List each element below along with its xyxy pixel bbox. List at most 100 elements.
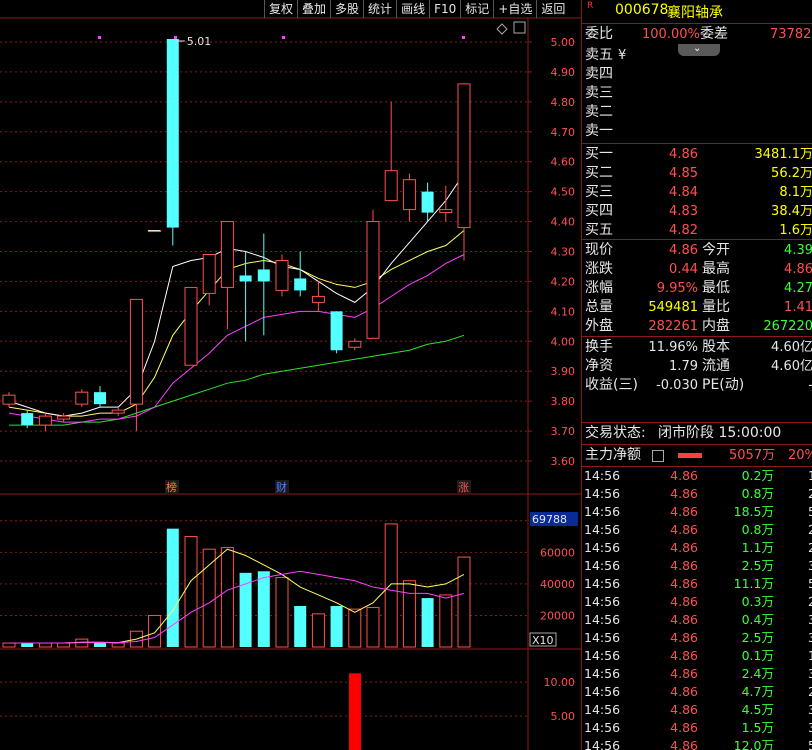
volume-tick-label: 60000: [540, 546, 575, 559]
stat-value: 4.39: [784, 243, 812, 258]
volume-bar: [166, 528, 179, 647]
price-tick-label: 4.50: [551, 186, 576, 199]
stat-value: 282261: [648, 319, 698, 334]
candle-body: [421, 191, 434, 213]
weibi-label: 委比: [585, 26, 613, 42]
sell-row: 卖一: [582, 122, 812, 141]
buy-label: 买五: [585, 222, 613, 238]
candle-body: [439, 209, 453, 214]
sell-label: 卖四: [585, 66, 613, 82]
tick-time: 14:56: [584, 558, 621, 573]
buy-label: 买三: [585, 184, 613, 200]
price-tick-label: 4.60: [551, 156, 576, 169]
stat-label: 涨幅: [585, 280, 613, 296]
weicha-label: 委差: [700, 26, 728, 42]
stat-label: 收益(三): [585, 377, 638, 393]
buy-price: 4.84: [669, 185, 698, 200]
tick-price: 4.86: [670, 648, 698, 663]
buy-label: 买二: [585, 165, 613, 181]
price-tick-label: 5.00: [551, 36, 576, 49]
toolbar-item[interactable]: 统计: [363, 0, 396, 18]
buy-volume: 56.2万: [771, 166, 812, 181]
main-net-row: 主力净额 5057万 20%: [582, 446, 812, 465]
tick-time: 14:56: [584, 504, 621, 519]
tick-row: 14:56 4.86 2.4万 3: [582, 665, 812, 683]
marker-dot: [98, 36, 101, 39]
buy-volume: 38.4万: [771, 204, 812, 219]
ma-line-d: [9, 334, 465, 426]
tick-time: 14:56: [584, 666, 621, 681]
sell-row: 卖五 ¥: [582, 46, 812, 65]
stock-code: 000678: [615, 2, 669, 18]
buy-price: 4.83: [669, 204, 698, 219]
volume-bar: [439, 594, 453, 648]
price-tick-label: 3.80: [551, 395, 576, 408]
tick-time: 14:56: [584, 720, 621, 735]
stat-label: 量比: [702, 299, 730, 315]
stock-header: R 000678 襄阳轴承: [582, 0, 812, 21]
stat-value: 4.86: [784, 262, 812, 277]
candle-body: [275, 259, 289, 291]
price-tick-label: 3.60: [551, 455, 576, 468]
lower-tick-label: 5.00: [551, 710, 576, 723]
event-marker: 财: [276, 480, 287, 494]
tick-price: 4.86: [670, 522, 698, 537]
tick-volume: 11.1万: [733, 576, 774, 591]
tick-volume: 0.4万: [741, 612, 774, 627]
price-tick-label: 4.80: [551, 96, 576, 109]
tick-row: 14:56 4.86 2.5万 3: [582, 557, 812, 575]
tick-price: 4.86: [670, 738, 698, 750]
volume-bar: [275, 577, 289, 648]
main-net-value: 5057万: [729, 448, 776, 463]
diamond-icon: [496, 23, 508, 35]
tick-time: 14:56: [584, 486, 621, 501]
stat-label: 今开: [702, 242, 730, 258]
stat-value: 0.44: [669, 262, 698, 277]
stock-badge: R: [587, 1, 594, 11]
toolbar-item[interactable]: 多股: [330, 0, 363, 18]
sell-label: 卖五: [585, 47, 613, 63]
tick-row: 14:56 4.86 0.8万 2: [582, 521, 812, 539]
event-marker: 榜: [166, 480, 177, 494]
candle-body: [184, 286, 198, 366]
volume-tick-label: 20000: [540, 609, 575, 622]
tick-time: 14:56: [584, 594, 621, 609]
list-icon[interactable]: [652, 450, 664, 462]
stat-value: 1.79: [669, 359, 698, 374]
tick-row: 14:56 4.86 1.1万 2: [582, 539, 812, 557]
sell-label: 卖一: [585, 123, 613, 139]
tick-row: 14:56 4.86 11.1万 5: [582, 575, 812, 593]
toolbar-item[interactable]: 叠加: [297, 0, 330, 18]
main-net-label: 主力净额: [585, 447, 641, 463]
tick-time: 14:56: [584, 612, 621, 627]
toolbar-item[interactable]: 复权: [264, 0, 297, 18]
toolbar-item[interactable]: 标记: [460, 0, 493, 18]
volume-bar: [38, 642, 52, 648]
stat-label: PE(动): [702, 377, 745, 393]
toolbar-item[interactable]: F10: [429, 0, 460, 18]
stat-label: 现价: [585, 242, 613, 258]
tick-volume: 1.1万: [741, 540, 774, 555]
tick-price: 4.86: [670, 504, 698, 519]
toolbar-item[interactable]: 返回: [536, 0, 569, 18]
kline-chart[interactable]: 5.00 4.90 4.80 4.70 4.60 4.50 4.40 4.30 4.20 4.10…: [0, 0, 581, 750]
candle-body: [21, 413, 34, 426]
stat-label: 内盘: [702, 318, 730, 334]
price-tick-label: 4.00: [551, 335, 576, 348]
volume-bar: [421, 598, 434, 647]
volume-bar: [94, 643, 106, 647]
candle-body: [384, 170, 398, 202]
toolbar-item[interactable]: 画线: [396, 0, 429, 18]
toolbar-item[interactable]: +自选: [493, 0, 536, 18]
stat-row: 外盘 282261 内盘 267220: [582, 317, 812, 336]
candle-body: [402, 179, 416, 211]
tick-count: 1: [808, 647, 812, 665]
candle-body: [294, 278, 307, 291]
tick-row: 14:56 4.86 0.1万 1: [582, 647, 812, 665]
tick-count: 2: [808, 485, 812, 503]
tick-price: 4.86: [670, 594, 698, 609]
tick-count: 3: [808, 665, 812, 683]
stat-value: 4.60亿: [771, 340, 812, 355]
tick-price: 4.86: [670, 540, 698, 555]
volume-tick-label: 40000: [540, 578, 575, 591]
